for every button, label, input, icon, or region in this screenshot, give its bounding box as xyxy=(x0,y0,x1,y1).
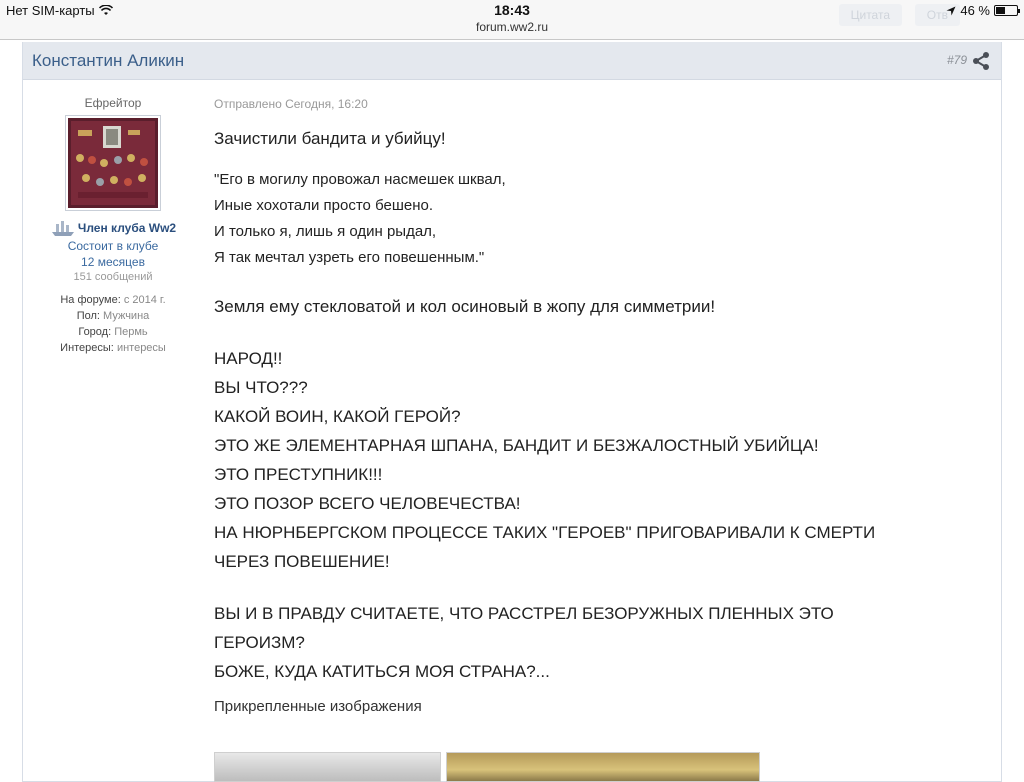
club-membership-line2: 12 месяцев xyxy=(81,255,145,269)
forum-post: Константин Аликин #79 Ефрейтор Член клуб… xyxy=(22,42,1002,782)
caps-line: ЧЕРЕЗ ПОВЕШЕНИЕ! xyxy=(214,552,390,571)
detail-interests: Интересы: интересы xyxy=(60,342,166,354)
post-paragraph: Земля ему стекловатой и кол осиновый в ж… xyxy=(214,297,716,316)
share-icon[interactable] xyxy=(971,51,991,71)
verse-line: Иные хохотали просто бешено. xyxy=(214,197,434,214)
location-arrow-icon xyxy=(946,6,956,15)
author-info-column: Ефрейтор Член клуба Ww2 Состоит в клубе … xyxy=(23,80,203,356)
caps-line: НАРОД!! xyxy=(214,349,283,368)
verse-line: Я так мечтал узреть его повешенным." xyxy=(214,249,485,266)
club-badge: Член клуба Ww2 xyxy=(23,219,203,237)
battery-indicator: 46 % xyxy=(946,3,1020,18)
post-verse: "Его в могилу провожал насмешек шквал, И… xyxy=(214,167,974,271)
verse-line: "Его в могилу провожал насмешек шквал, xyxy=(214,171,506,188)
caps-line: ЭТО ПРЕСТУПНИК!!! xyxy=(214,465,383,484)
post-content: Отправлено Сегодня, 16:20 Зачистили банд… xyxy=(214,80,974,715)
post-body: Зачистили бандита и убийцу! "Его в могил… xyxy=(214,124,974,686)
caps-line: КАКОЙ ВОИН, КАКОЙ ГЕРОЙ? xyxy=(214,407,461,426)
caps-line: ВЫ ЧТО??? xyxy=(214,378,308,397)
club-title: Член клуба Ww2 xyxy=(77,221,177,235)
message-count: 151 сообщений xyxy=(73,271,153,283)
quote-button[interactable]: Цитата xyxy=(838,4,902,26)
attachments-heading: Прикрепленные изображения xyxy=(214,698,422,715)
post-paragraph: Зачистили бандита и убийцу! xyxy=(214,129,446,148)
verse-line: И только я, лишь я один рыдал, xyxy=(214,223,437,240)
attachments-list xyxy=(214,752,760,782)
caps-line: ГЕРОИЗМ? xyxy=(214,633,305,652)
ship-icon xyxy=(51,221,74,236)
battery-percent: 46 % xyxy=(960,3,990,18)
post-header: Константин Аликин #79 xyxy=(23,42,1001,80)
caps-line: БОЖЕ, КУДА КАТИТЬСЯ МОЯ СТРАНА?... xyxy=(214,662,550,681)
detail-city: Город: Пермь xyxy=(78,326,148,338)
author-details: На форуме: с 2014 г. Пол: Мужчина Город:… xyxy=(23,292,203,356)
attachment-thumbnail[interactable] xyxy=(214,752,441,782)
caps-line: ВЫ И В ПРАВДУ СЧИТАЕТЕ, ЧТО РАССТРЕЛ БЕЗ… xyxy=(214,604,834,623)
ios-status-bar: Нет SIM-карты 18:43 forum.ww2.ru Цитата … xyxy=(0,0,1024,40)
detail-gender: Пол: Мужчина xyxy=(76,310,150,322)
avatar[interactable] xyxy=(65,115,161,211)
caps-line: ЭТО ПОЗОР ВСЕГО ЧЕЛОВЕЧЕСТВА! xyxy=(214,494,521,513)
club-membership-line1: Состоит в клубе xyxy=(67,239,159,253)
caps-line: ЭТО ЖЕ ЭЛЕМЕНТАРНАЯ ШПАНА, БАНДИТ И БЕЗЖ… xyxy=(214,436,819,455)
author-name-link[interactable]: Константин Аликин xyxy=(32,51,184,71)
post-date: Отправлено Сегодня, 16:20 xyxy=(214,97,368,111)
detail-forum-since: На форуме: с 2014 г. xyxy=(60,294,166,306)
author-rank: Ефрейтор xyxy=(84,96,142,110)
caps-line: НА НЮРНБЕРГСКОМ ПРОЦЕССЕ ТАКИХ "ГЕРОЕВ" … xyxy=(214,523,876,542)
battery-icon xyxy=(994,5,1020,16)
avatar-image xyxy=(68,118,158,208)
post-number-link[interactable]: #79 xyxy=(947,53,967,67)
attachment-thumbnail[interactable] xyxy=(446,752,760,782)
